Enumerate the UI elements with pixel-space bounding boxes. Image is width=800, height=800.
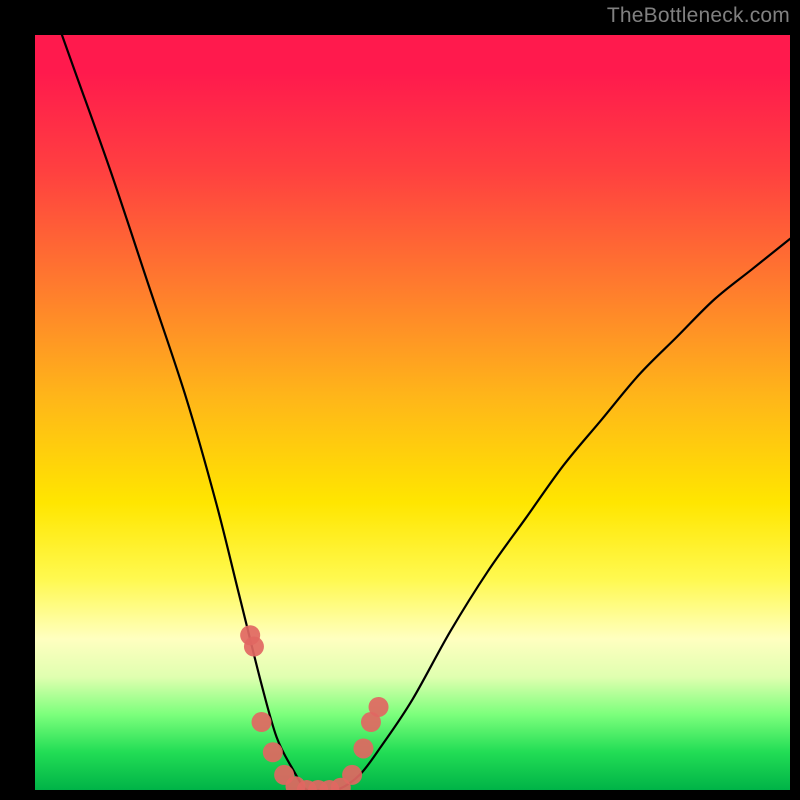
chart-frame: TheBottleneck.com: [0, 0, 800, 800]
curve-layer: [35, 35, 790, 790]
highlighted-points: [240, 625, 388, 790]
watermark-text: TheBottleneck.com: [607, 4, 790, 28]
marker-point: [353, 738, 373, 758]
marker-point: [244, 637, 264, 657]
bottleneck-curve: [35, 35, 790, 790]
marker-point: [263, 742, 283, 762]
plot-area: [35, 35, 790, 790]
marker-point: [369, 697, 389, 717]
marker-point: [252, 712, 272, 732]
marker-point: [342, 765, 362, 785]
